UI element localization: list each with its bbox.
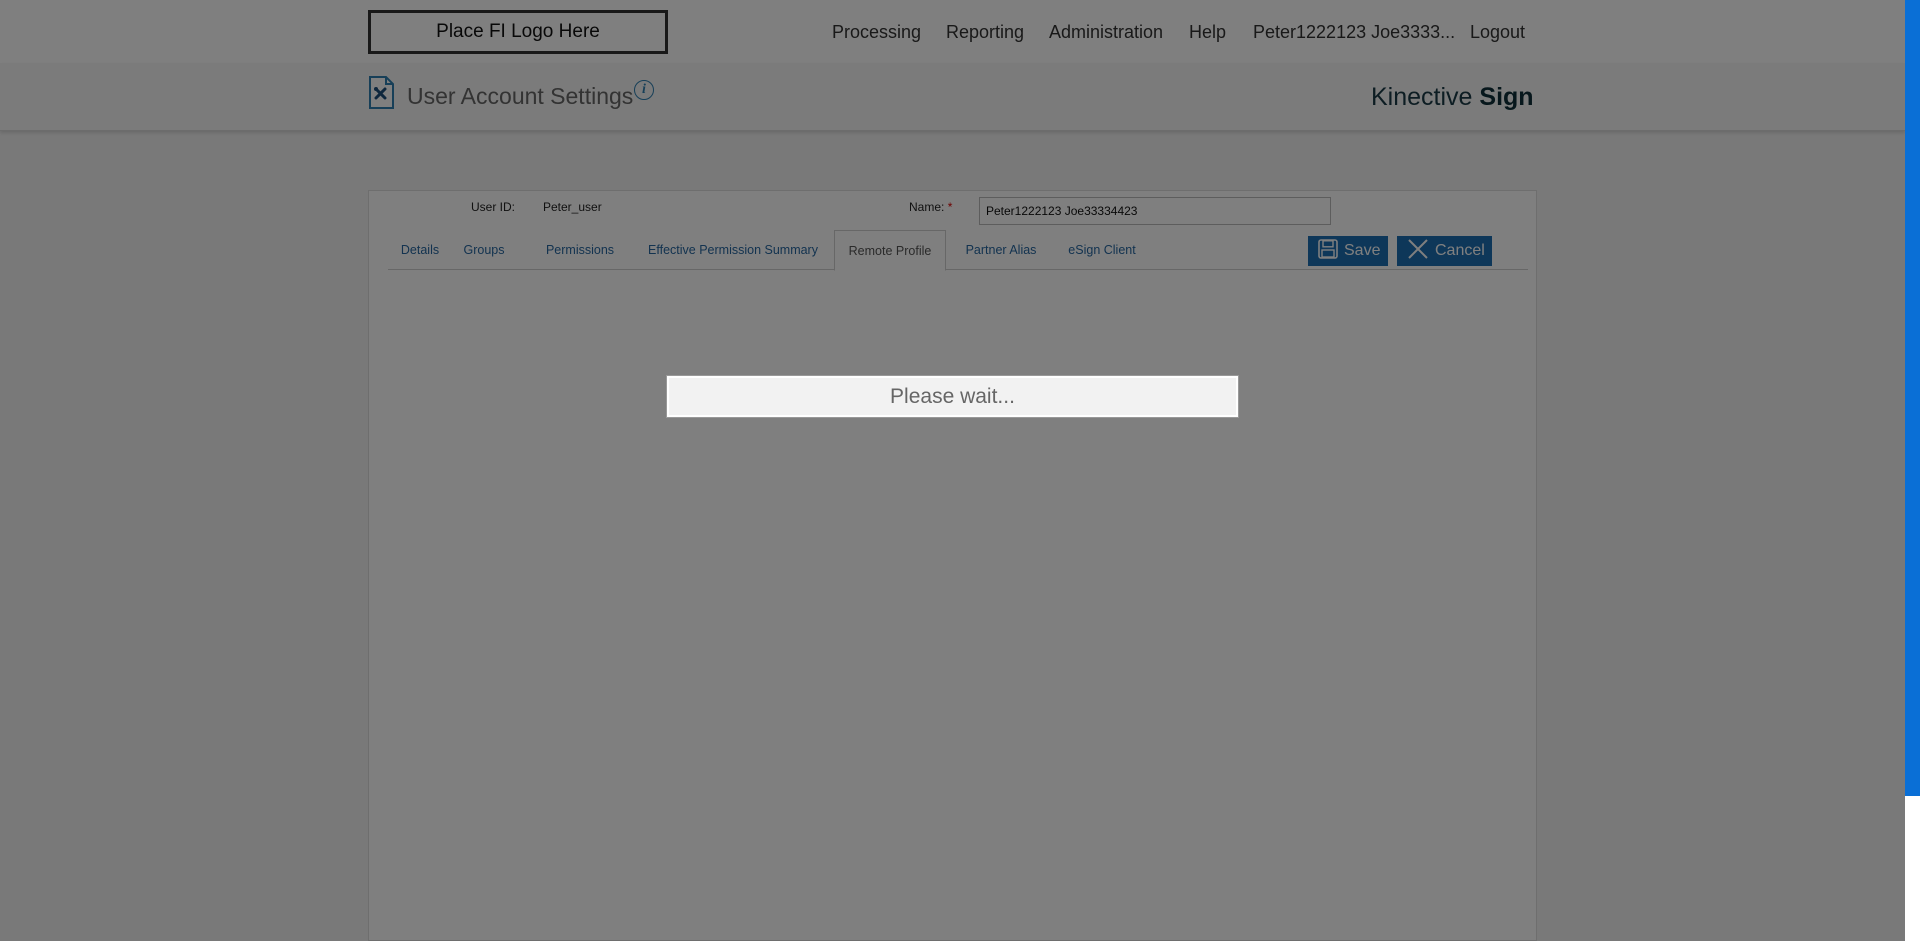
vertical-scrollbar-thumb[interactable]	[1905, 0, 1920, 796]
modal-overlay	[0, 0, 1905, 941]
loading-dialog: Please wait...	[666, 375, 1239, 418]
